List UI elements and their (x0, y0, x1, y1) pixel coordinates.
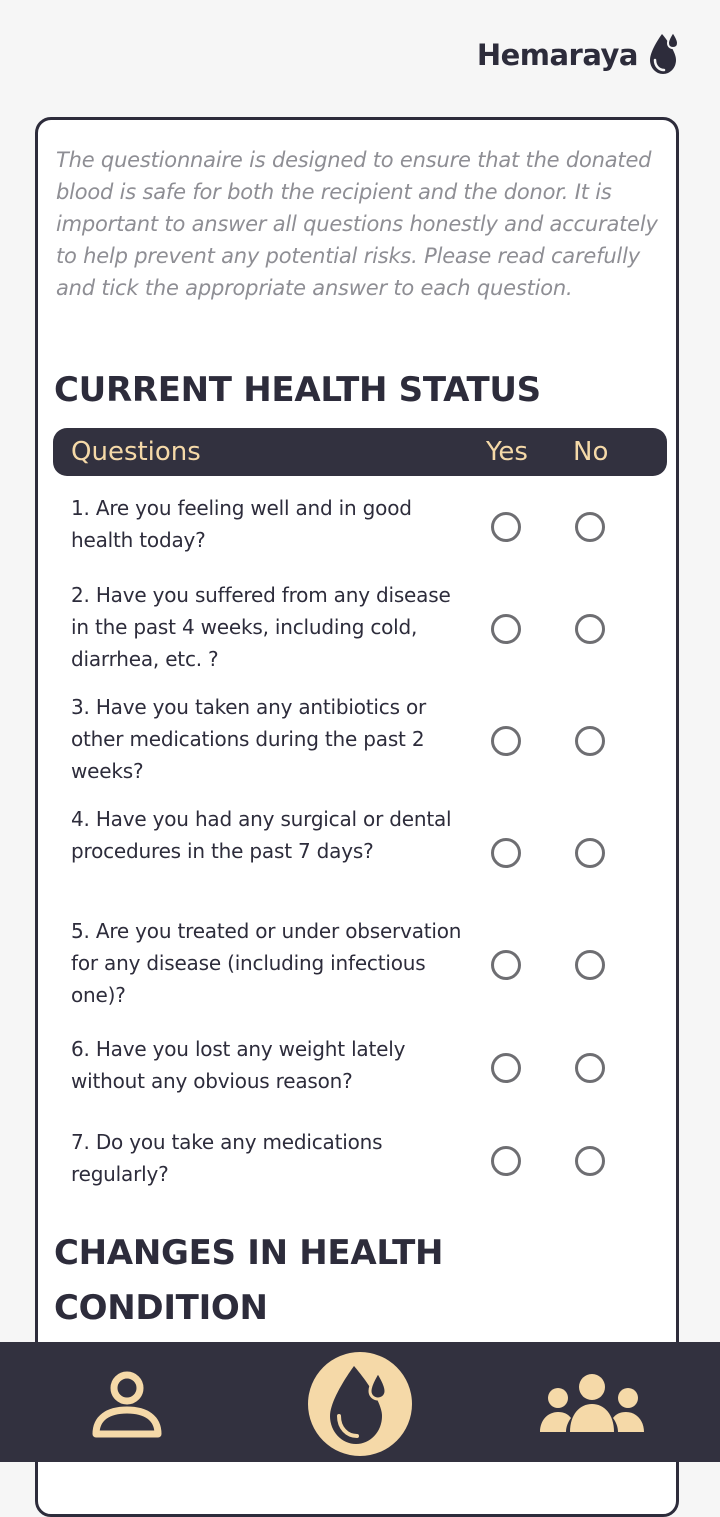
question-6-no-radio[interactable] (575, 1053, 605, 1083)
blood-drop-icon (648, 30, 682, 80)
question-1: 1. Are you feeling well and in good heal… (71, 496, 412, 552)
question-5: 5. Are you treated or under observation … (71, 919, 462, 1007)
column-no: No (573, 437, 609, 467)
user-icon (88, 1371, 168, 1450)
nav-donate-button[interactable] (308, 1352, 412, 1456)
question-2-yes-radio[interactable] (491, 614, 521, 644)
question-6-yes-radio[interactable] (491, 1053, 521, 1083)
app-header: Hemaraya (477, 30, 682, 80)
questionnaire-card: The questionnaire is designed to ensure … (35, 117, 679, 1517)
question-3-yes-radio[interactable] (491, 726, 521, 756)
question-6: 6. Have you lost any weight lately witho… (71, 1037, 406, 1093)
community-icon (536, 1374, 648, 1442)
question-1-yes-radio[interactable] (491, 512, 521, 542)
intro-text: The questionnaire is designed to ensure … (56, 148, 658, 300)
column-yes: Yes (486, 437, 528, 467)
question-2: 2. Have you suffered from any disease in… (71, 583, 451, 671)
question-2-no-radio[interactable] (575, 614, 605, 644)
bottom-navigation (0, 1342, 720, 1462)
brand-name: Hemaraya (476, 38, 639, 72)
question-5-no-radio[interactable] (575, 950, 605, 980)
blood-drop-icon (308, 1366, 412, 1460)
section-title-changes-health: CHANGES IN HEALTH CONDITION (54, 1233, 444, 1328)
table-header: Questions Yes No (53, 428, 667, 476)
question-1-no-radio[interactable] (575, 512, 605, 542)
question-7-yes-radio[interactable] (491, 1146, 521, 1176)
nav-community-button[interactable] (536, 1372, 648, 1438)
question-3-no-radio[interactable] (575, 726, 605, 756)
question-4: 4. Have you had any surgical or dental p… (71, 807, 452, 863)
question-5-yes-radio[interactable] (491, 950, 521, 980)
question-7: 7. Do you take any medications regularly… (71, 1130, 383, 1186)
question-4-no-radio[interactable] (575, 838, 605, 868)
question-3: 3. Have you taken any antibiotics or oth… (71, 695, 427, 783)
column-questions: Questions (71, 437, 201, 467)
question-4-yes-radio[interactable] (491, 838, 521, 868)
nav-profile-button[interactable] (88, 1366, 168, 1446)
question-7-no-radio[interactable] (575, 1146, 605, 1176)
section-title-current-health: CURRENT HEALTH STATUS (54, 370, 541, 410)
